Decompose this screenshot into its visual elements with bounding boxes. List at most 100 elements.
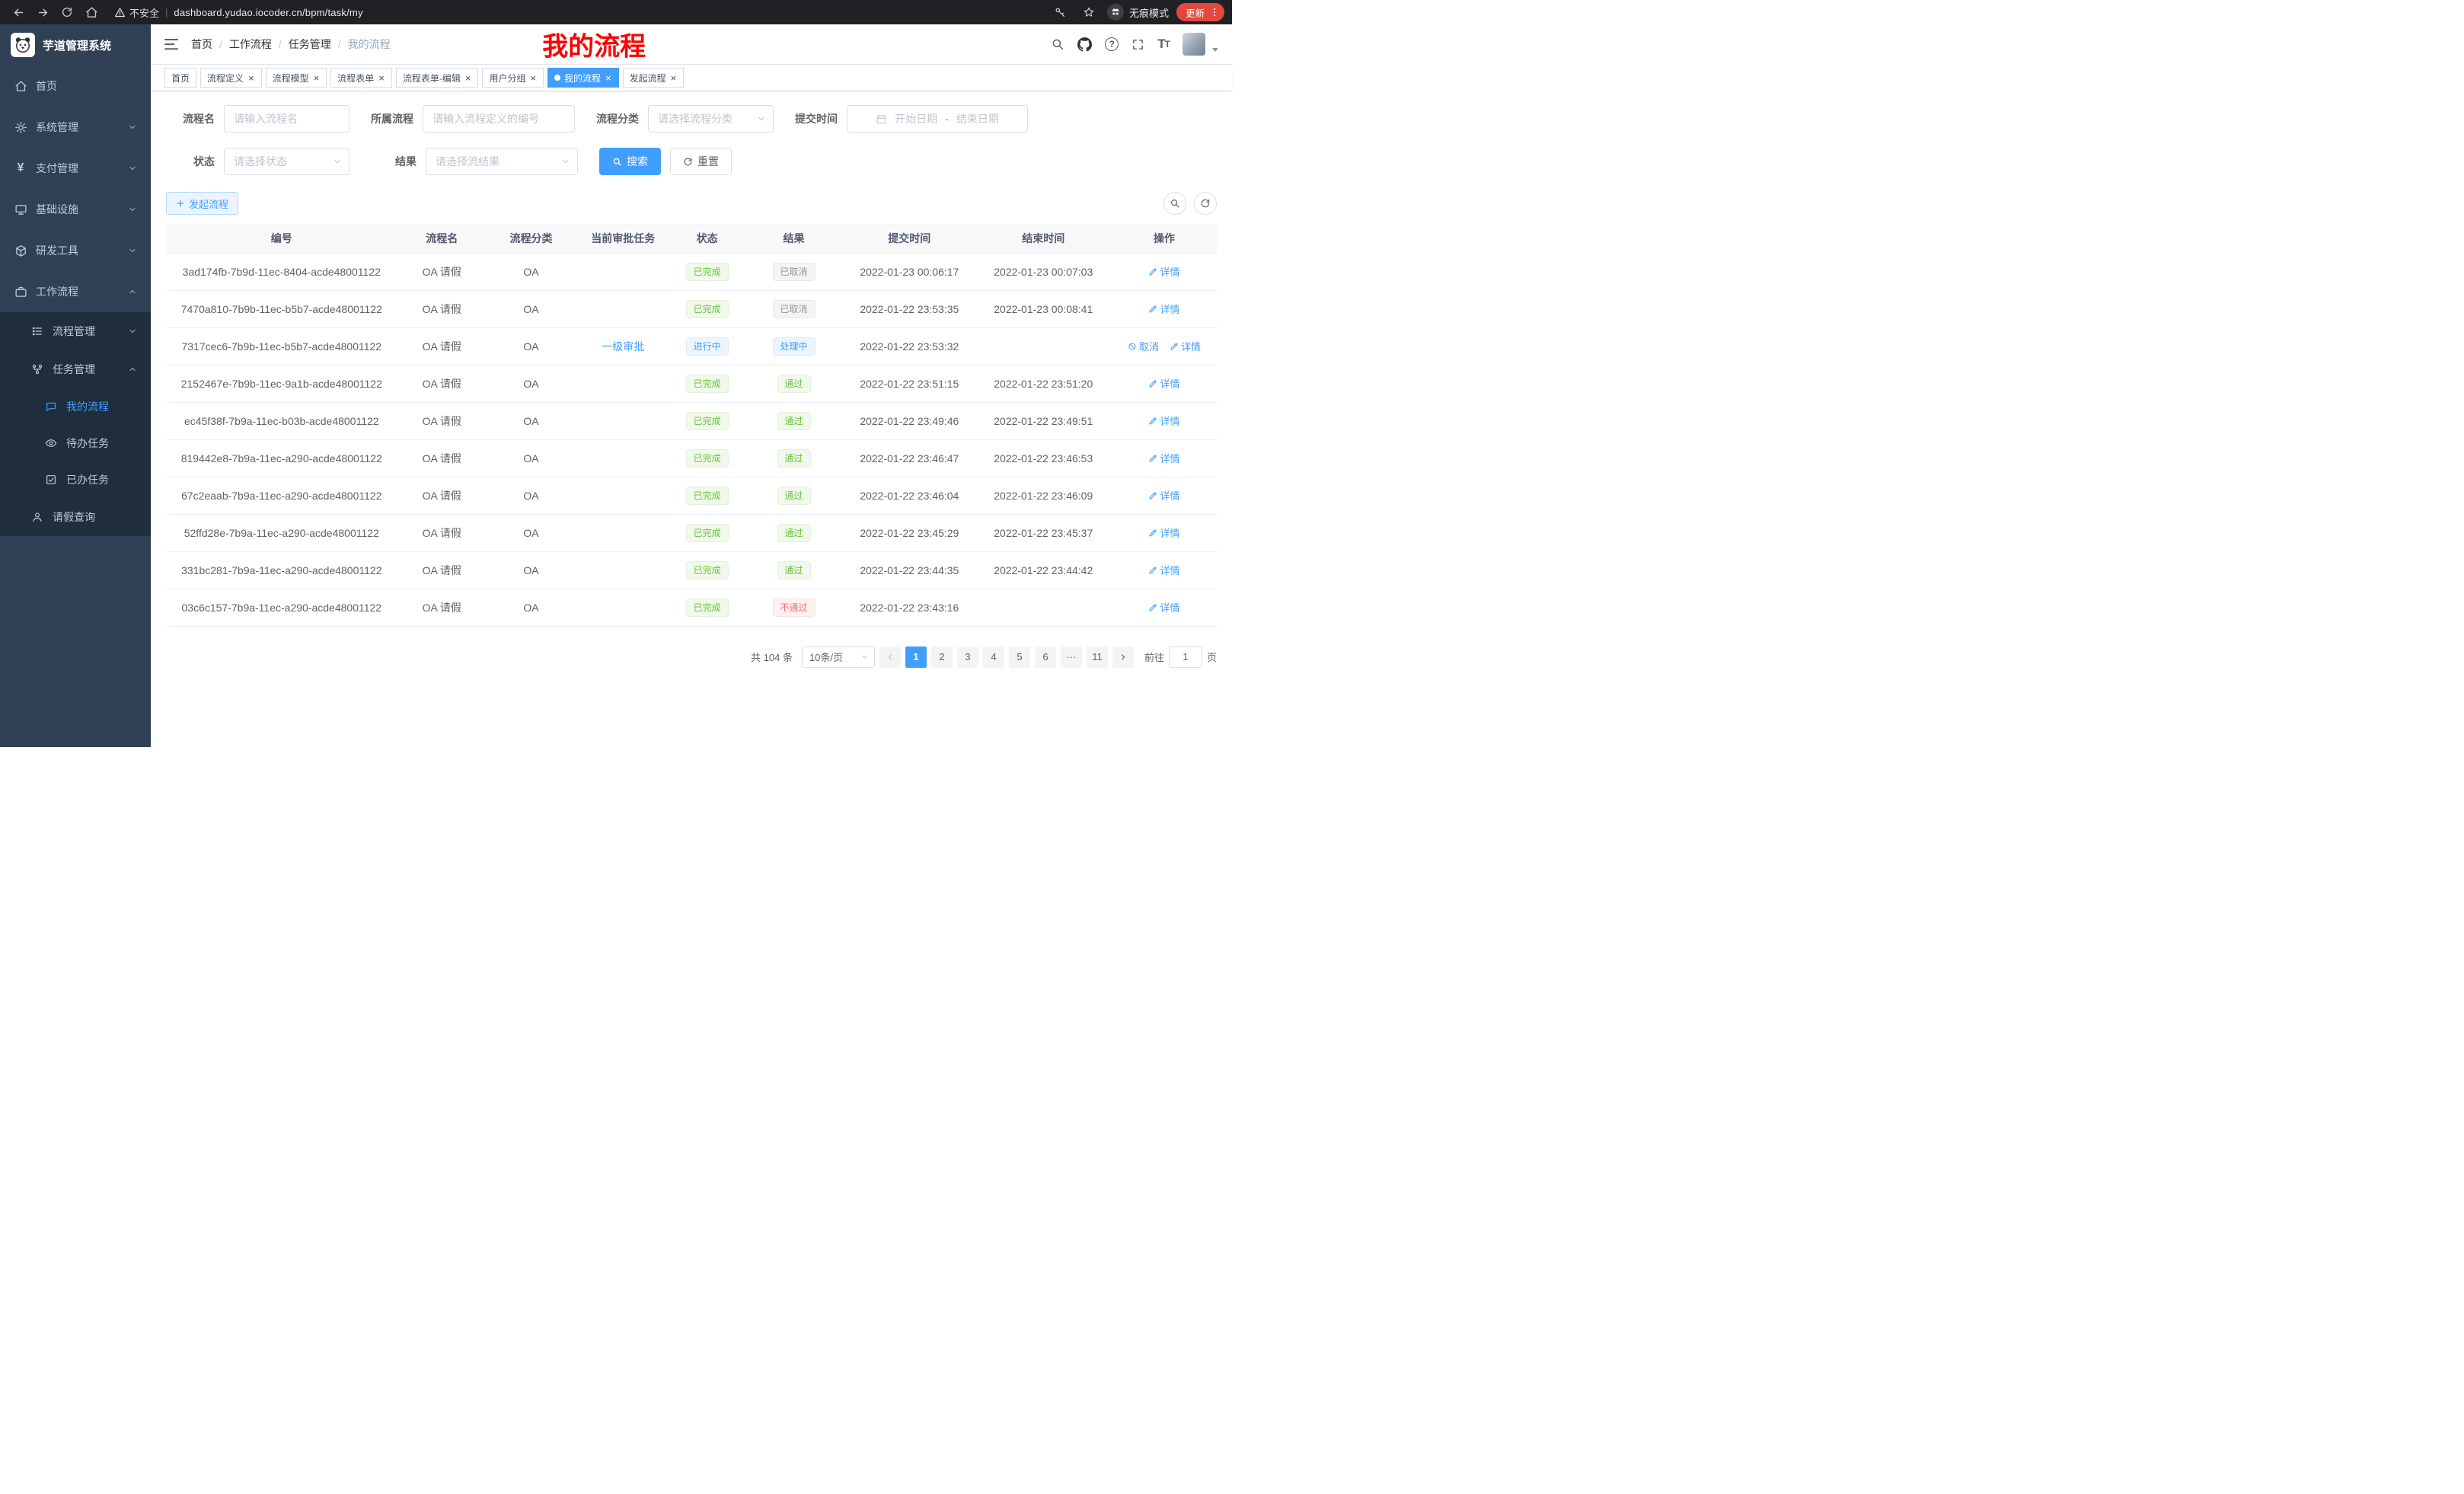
category-select[interactable]: 请选择流程分类 — [648, 105, 774, 132]
row-status-cell: 已完成 — [670, 365, 744, 402]
detail-link[interactable]: 详情 — [1148, 413, 1179, 428]
tab-close-icon[interactable]: × — [378, 73, 385, 83]
status-select[interactable]: 请选择状态 — [224, 148, 349, 175]
result-select[interactable]: 请选择流结果 — [426, 148, 578, 175]
address-bar[interactable]: 不安全 | dashboard.yudao.iocoder.cn/bpm/tas… — [114, 5, 1046, 20]
help-icon[interactable]: ? — [1105, 37, 1119, 51]
search-icon[interactable] — [1051, 37, 1064, 51]
cancel-link[interactable]: 取消 — [1128, 339, 1159, 353]
sidebar-item-todo-tasks[interactable]: 待办任务 — [0, 425, 151, 461]
page-number-6[interactable]: 6 — [1035, 646, 1056, 668]
tab-close-icon[interactable]: × — [605, 73, 612, 83]
row-name: OA 请假 — [397, 589, 487, 626]
tab-close-icon[interactable]: × — [464, 73, 472, 83]
detail-link[interactable]: 详情 — [1148, 451, 1179, 465]
submit-time-range-picker[interactable]: 开始日期 - 结束日期 — [847, 105, 1028, 132]
row-task-cell — [576, 551, 670, 589]
detail-link[interactable]: 详情 — [1170, 339, 1201, 353]
process-name-input[interactable] — [224, 105, 349, 132]
create-process-button[interactable]: 发起流程 — [166, 192, 238, 215]
detail-link[interactable]: 详情 — [1148, 302, 1179, 316]
detail-link[interactable]: 详情 — [1148, 525, 1179, 540]
tab[interactable]: 我的流程 × — [547, 68, 619, 88]
filter-label-process: 所属流程 — [371, 111, 423, 126]
row-result-cell: 处理中 — [744, 327, 844, 365]
row-id: 819442e8-7b9a-11ec-a290-acde48001122 — [166, 439, 397, 477]
tab[interactable]: 流程表单-编辑 × — [396, 68, 479, 88]
tab-close-icon[interactable]: × — [313, 73, 321, 83]
status-badge: 已完成 — [686, 300, 729, 318]
process-definition-input[interactable] — [423, 105, 575, 132]
row-category: OA — [487, 439, 576, 477]
tab-close-icon[interactable]: × — [247, 73, 255, 83]
breadcrumb-task-mgmt[interactable]: 任务管理 — [289, 37, 331, 52]
update-button[interactable]: 更新 — [1176, 3, 1224, 21]
detail-link[interactable]: 详情 — [1148, 488, 1179, 503]
sidebar-item-done-tasks[interactable]: 已办任务 — [0, 461, 151, 498]
refresh-table-icon[interactable] — [1194, 192, 1217, 215]
page-size-select[interactable]: 10条/页 — [802, 646, 875, 668]
toggle-search-icon[interactable] — [1163, 192, 1186, 215]
detail-link[interactable]: 详情 — [1148, 264, 1179, 279]
tab[interactable]: 首页 — [164, 68, 196, 88]
column-header: 流程分类 — [487, 224, 576, 253]
bookmark-star-icon[interactable] — [1078, 2, 1100, 22]
sidebar-item-system[interactable]: 系统管理 — [0, 107, 151, 148]
goto-page-input[interactable] — [1169, 646, 1202, 668]
key-icon[interactable] — [1049, 2, 1071, 22]
breadcrumb-workflow[interactable]: 工作流程 — [229, 37, 272, 52]
sidebar-item-devtools[interactable]: 研发工具 — [0, 230, 151, 271]
current-task-link[interactable]: 一级审批 — [602, 340, 644, 353]
page-ellipsis[interactable]: ··· — [1061, 646, 1082, 668]
row-id: ec45f38f-7b9a-11ec-b03b-acde48001122 — [166, 402, 397, 439]
page-number-5[interactable]: 5 — [1009, 646, 1030, 668]
tab[interactable]: 流程模型 × — [266, 68, 327, 88]
home-icon[interactable] — [81, 2, 102, 22]
page-number-4[interactable]: 4 — [983, 646, 1004, 668]
page-number-3[interactable]: 3 — [957, 646, 978, 668]
sidebar-item-task-mgmt[interactable]: 任务管理 — [0, 350, 151, 388]
sidebar-item-process-mgmt[interactable]: 流程管理 — [0, 312, 151, 350]
tab-close-icon[interactable]: × — [670, 73, 678, 83]
reload-icon[interactable] — [56, 2, 78, 22]
eye-icon — [44, 436, 58, 450]
security-warning[interactable]: 不安全 — [114, 5, 159, 20]
detail-link[interactable]: 详情 — [1148, 600, 1179, 615]
sidebar-item-payment[interactable]: ¥ 支付管理 — [0, 148, 151, 189]
column-header: 操作 — [1112, 224, 1217, 253]
status-badge: 进行中 — [686, 337, 729, 356]
reset-button[interactable]: 重置 — [670, 148, 732, 175]
sidebar-item-infrastructure[interactable]: 基础设施 — [0, 189, 151, 230]
prev-page-button[interactable] — [879, 646, 901, 668]
sidebar-item-home[interactable]: 首页 — [0, 65, 151, 107]
tab[interactable]: 流程表单 × — [330, 68, 392, 88]
search-button[interactable]: 搜索 — [599, 148, 661, 175]
breadcrumb-home[interactable]: 首页 — [191, 37, 212, 52]
forward-icon[interactable] — [32, 2, 53, 22]
sidebar-item-leave-query[interactable]: 请假查询 — [0, 498, 151, 536]
page-number-11[interactable]: 11 — [1087, 646, 1108, 668]
detail-link[interactable]: 详情 — [1148, 563, 1179, 577]
font-size-icon[interactable]: TT — [1157, 37, 1170, 52]
back-icon[interactable] — [8, 2, 29, 22]
tab[interactable]: 发起流程 × — [623, 68, 685, 88]
next-page-button[interactable] — [1112, 646, 1134, 668]
sidebar-item-my-process[interactable]: 我的流程 — [0, 388, 151, 425]
row-name: OA 请假 — [397, 327, 487, 365]
tab[interactable]: 用户分组 × — [482, 68, 544, 88]
sidebar-item-workflow[interactable]: 工作流程 — [0, 271, 151, 312]
github-icon[interactable] — [1077, 37, 1092, 52]
tab-close-icon[interactable]: × — [529, 73, 537, 83]
chevron-down-icon — [128, 205, 137, 214]
column-header: 编号 — [166, 224, 397, 253]
tab[interactable]: 流程定义 × — [200, 68, 262, 88]
browser-menu-dots-icon[interactable] — [1209, 7, 1220, 18]
page-number-1[interactable]: 1 — [905, 646, 927, 668]
detail-link[interactable]: 详情 — [1148, 376, 1179, 391]
row-submit-time: 2022-01-23 00:06:17 — [844, 253, 975, 290]
avatar-caret-down-icon[interactable] — [1212, 48, 1218, 52]
hamburger-icon[interactable] — [164, 38, 179, 51]
fullscreen-icon[interactable] — [1131, 38, 1144, 51]
avatar[interactable] — [1183, 33, 1205, 56]
page-number-2[interactable]: 2 — [931, 646, 953, 668]
